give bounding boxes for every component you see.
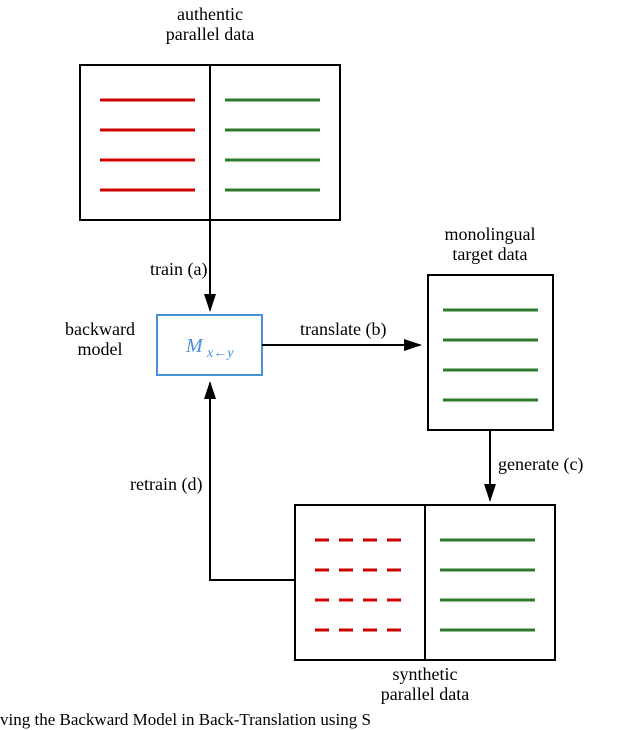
model-sub: x←y (206, 346, 234, 361)
model-box (157, 315, 262, 375)
train-label: train (a) (150, 259, 207, 280)
authentic-data-box (80, 65, 340, 220)
retrain-label: retrain (d) (130, 474, 202, 495)
backward-label-1: backward (65, 319, 135, 339)
backward-label-2: model (78, 339, 123, 359)
translate-label: translate (b) (300, 319, 386, 340)
mono-data-box (428, 275, 553, 430)
model-M: M (185, 335, 204, 357)
mono-label-1: monolingual (445, 224, 536, 244)
mono-label-2: target data (452, 244, 527, 264)
synth-label-1: synthetic (393, 664, 458, 684)
authentic-label-2: parallel data (166, 24, 254, 44)
synth-label-2: parallel data (381, 684, 469, 704)
authentic-label-1: authentic (177, 4, 243, 24)
diagram: authentic parallel data train (a) monoli… (0, 0, 620, 730)
caption-fragment: ving the Backward Model in Back-Translat… (0, 710, 371, 729)
retrain-arrow (210, 383, 295, 580)
generate-label: generate (c) (498, 454, 583, 475)
synthetic-data-box (295, 505, 555, 660)
